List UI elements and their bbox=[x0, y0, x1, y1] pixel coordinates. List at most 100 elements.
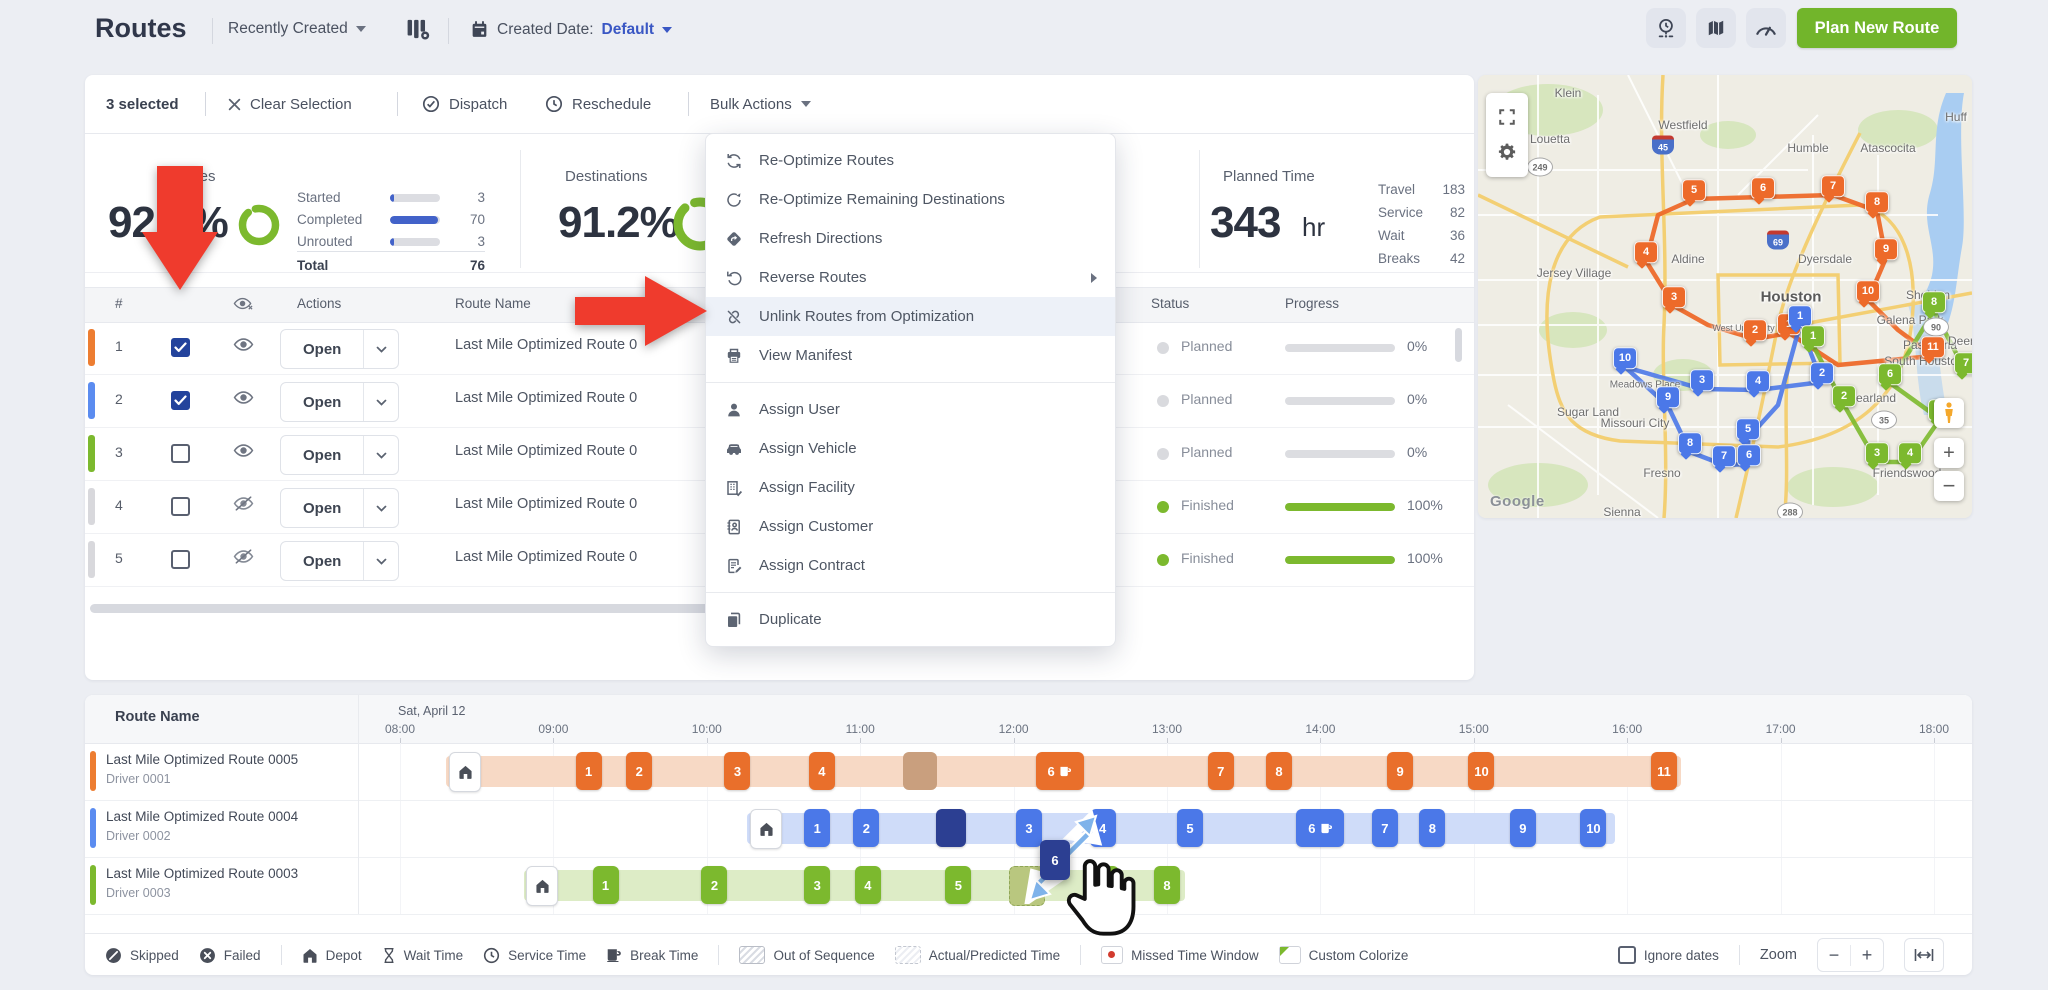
map-stop-marker[interactable]: 1 bbox=[1801, 325, 1825, 348]
gantt-stop-chip[interactable]: 1 bbox=[575, 752, 602, 790]
map-stop-marker[interactable]: 1 bbox=[1788, 305, 1812, 328]
visibility-column-icon[interactable] bbox=[233, 296, 254, 314]
reschedule-button[interactable]: Reschedule bbox=[545, 75, 651, 133]
gantt-stop-chip[interactable]: 2 bbox=[701, 866, 728, 904]
menu-item-re-optimize-routes[interactable]: Re-Optimize Routes bbox=[706, 141, 1115, 180]
map-stop-marker[interactable]: 8 bbox=[1922, 291, 1946, 314]
gantt-stop-chip[interactable]: 3 bbox=[724, 752, 751, 790]
row-checkbox[interactable] bbox=[171, 444, 190, 463]
map-stop-marker[interactable]: 9 bbox=[1874, 238, 1898, 261]
fit-to-width-button[interactable] bbox=[1904, 938, 1944, 972]
plan-new-route-button[interactable]: Plan New Route bbox=[1797, 8, 1957, 48]
map-stop-marker[interactable]: 4 bbox=[1746, 370, 1770, 393]
created-date-filter[interactable]: Created Date: Default bbox=[470, 20, 673, 39]
gantt-wait-block[interactable] bbox=[903, 752, 938, 790]
map-stop-marker[interactable]: 4 bbox=[1898, 442, 1922, 465]
open-route-button[interactable]: Open bbox=[280, 329, 400, 369]
open-route-button[interactable]: Open bbox=[280, 541, 400, 581]
map-stop-marker[interactable]: 10 bbox=[1613, 347, 1637, 370]
map-stop-marker[interactable]: 4 bbox=[1634, 241, 1658, 264]
map-stop-marker[interactable]: 10 bbox=[1856, 280, 1880, 303]
gantt-stop-chip[interactable]: 4 bbox=[808, 752, 835, 790]
gantt-stop-chip[interactable]: 10 bbox=[1580, 809, 1607, 847]
row-checkbox[interactable] bbox=[171, 338, 190, 357]
chevron-down-icon[interactable] bbox=[363, 542, 398, 580]
map-stop-marker[interactable]: 3 bbox=[1662, 286, 1686, 309]
ignore-dates-checkbox[interactable] bbox=[1617, 946, 1636, 964]
map-stop-marker[interactable]: 2 bbox=[1810, 362, 1834, 385]
visibility-on-icon[interactable] bbox=[233, 390, 254, 410]
map-stop-marker[interactable]: 2 bbox=[1832, 385, 1856, 408]
row-checkbox[interactable] bbox=[171, 391, 190, 410]
menu-item-unlink-routes-from-optimization[interactable]: Unlink Routes from Optimization bbox=[706, 297, 1115, 336]
clear-selection-button[interactable]: Clear Selection bbox=[228, 75, 352, 133]
chevron-down-icon[interactable] bbox=[363, 436, 398, 474]
bulk-actions-dropdown[interactable]: Bulk Actions bbox=[710, 75, 811, 133]
map-zoom-in-button[interactable]: + bbox=[1934, 438, 1964, 468]
open-route-button[interactable]: Open bbox=[280, 435, 400, 475]
gantt-stop-chip-break[interactable]: 6 bbox=[1035, 752, 1084, 790]
visibility-on-icon[interactable] bbox=[233, 337, 254, 357]
menu-item-duplicate[interactable]: Duplicate bbox=[706, 600, 1115, 639]
gantt-stop-chip[interactable]: 7 bbox=[1207, 752, 1234, 790]
gantt-stop-chip[interactable]: 5 bbox=[1177, 809, 1203, 847]
menu-item-assign-user[interactable]: Assign User bbox=[706, 390, 1115, 429]
map-stop-marker[interactable]: 7 bbox=[1821, 175, 1845, 198]
speedometer-icon[interactable] bbox=[1746, 8, 1786, 48]
visibility-off-icon[interactable] bbox=[233, 496, 254, 516]
map-stop-marker[interactable]: 7 bbox=[1954, 352, 1972, 375]
menu-item-assign-customer[interactable]: Assign Customer bbox=[706, 507, 1115, 546]
gantt-stop-chip[interactable]: 2 bbox=[853, 809, 880, 847]
map-stop-marker[interactable]: 6 bbox=[1878, 363, 1902, 386]
map-stop-marker[interactable]: 2 bbox=[1743, 319, 1767, 342]
gantt-stop-chip[interactable]: 8 bbox=[1419, 809, 1446, 847]
map-stop-marker[interactable]: 11 bbox=[1921, 336, 1945, 359]
gantt-stop-chip[interactable]: 4 bbox=[854, 866, 881, 904]
gantt-stop-chip[interactable]: 8 bbox=[1154, 866, 1180, 904]
vertical-scrollbar[interactable] bbox=[1455, 328, 1462, 362]
dispatch-button[interactable]: Dispatch bbox=[422, 75, 507, 133]
menu-item-reverse-routes[interactable]: Reverse Routes bbox=[706, 258, 1115, 297]
menu-item-assign-facility[interactable]: Assign Facility bbox=[706, 468, 1115, 507]
map-stop-marker[interactable]: 5 bbox=[1736, 418, 1760, 441]
columns-settings-icon[interactable] bbox=[405, 16, 431, 47]
gantt-stop-chip[interactable]: 8 bbox=[1265, 752, 1292, 790]
gantt-stop-chip-break[interactable]: 6 bbox=[1296, 809, 1345, 847]
gantt-stop-chip[interactable]: 9 bbox=[1387, 752, 1414, 790]
gantt-stop-chip[interactable]: 1 bbox=[592, 866, 619, 904]
gantt-stop-chip[interactable]: 11 bbox=[1651, 752, 1678, 790]
visibility-off-icon[interactable] bbox=[233, 549, 254, 569]
chevron-down-icon[interactable] bbox=[363, 489, 398, 527]
gantt-stop-chip[interactable]: 5 bbox=[945, 866, 972, 904]
zoom-in-button[interactable]: + bbox=[1851, 945, 1883, 966]
menu-item-view-manifest[interactable]: View Manifest bbox=[706, 336, 1115, 375]
menu-item-refresh-directions[interactable]: Refresh Directions bbox=[706, 219, 1115, 258]
map-stop-marker[interactable]: 3 bbox=[1690, 369, 1714, 392]
row-checkbox[interactable] bbox=[171, 550, 190, 569]
pegman-icon[interactable] bbox=[1934, 398, 1964, 428]
row-checkbox[interactable] bbox=[171, 497, 190, 516]
chevron-down-icon[interactable] bbox=[363, 383, 398, 421]
map-zoom-out-button[interactable]: − bbox=[1934, 471, 1964, 501]
menu-item-assign-vehicle[interactable]: Assign Vehicle bbox=[706, 429, 1115, 468]
zoom-out-button[interactable]: − bbox=[1818, 944, 1851, 966]
map-stop-marker[interactable]: 7 bbox=[1712, 445, 1736, 468]
map-stop-marker[interactable]: 6 bbox=[1737, 444, 1761, 467]
fullscreen-icon[interactable] bbox=[1498, 108, 1516, 126]
menu-item-re-optimize-remaining-destinations[interactable]: Re-Optimize Remaining Destinations bbox=[706, 180, 1115, 219]
map-stop-marker[interactable]: 5 bbox=[1682, 179, 1706, 202]
map-stop-marker[interactable]: 8 bbox=[1865, 191, 1889, 214]
gantt-break-block[interactable] bbox=[935, 809, 966, 847]
chevron-down-icon[interactable] bbox=[363, 330, 398, 368]
map-settings-gear-icon[interactable] bbox=[1497, 142, 1517, 162]
gantt-stop-chip[interactable]: 1 bbox=[804, 809, 831, 847]
map-stop-marker[interactable]: 9 bbox=[1656, 386, 1680, 409]
gantt-stop-chip[interactable]: 3 bbox=[804, 866, 831, 904]
map-stop-marker[interactable]: 6 bbox=[1751, 177, 1775, 200]
map-view-icon[interactable] bbox=[1696, 8, 1736, 48]
map-stop-marker[interactable]: 3 bbox=[1865, 442, 1889, 465]
map-panel[interactable]: Klein Westfield Humble Atascocita Huff Louett… bbox=[1478, 75, 1972, 518]
open-route-button[interactable]: Open bbox=[280, 382, 400, 422]
route-history-icon[interactable] bbox=[1646, 8, 1686, 48]
sort-dropdown[interactable]: Recently Created bbox=[228, 20, 366, 38]
